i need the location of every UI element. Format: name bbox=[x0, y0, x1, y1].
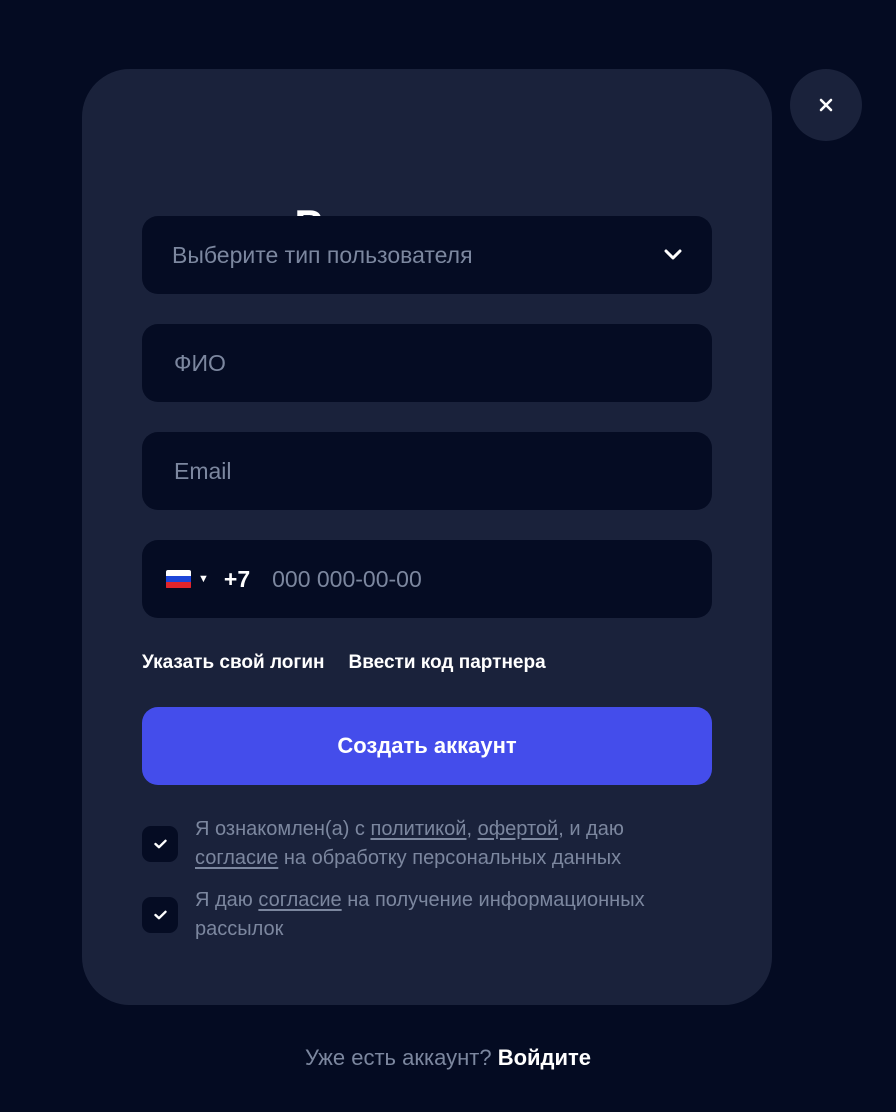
close-icon bbox=[819, 98, 833, 112]
policy-link[interactable]: политикой bbox=[370, 818, 466, 840]
country-code: +7 bbox=[223, 565, 251, 592]
full-name-field[interactable] bbox=[174, 324, 680, 402]
full-name-field-container bbox=[142, 324, 712, 402]
create-account-button[interactable]: Создать аккаунт bbox=[142, 707, 712, 785]
privacy-consent-checkbox[interactable] bbox=[142, 826, 178, 862]
checkmark-icon bbox=[153, 839, 167, 849]
caret-down-icon[interactable]: ▼ bbox=[198, 573, 209, 585]
email-field[interactable] bbox=[174, 432, 680, 510]
chevron-down-icon bbox=[664, 249, 682, 261]
custom-login-link[interactable]: Указать свой логин bbox=[142, 652, 325, 674]
registration-modal: Регистрация Выберите тип пользователя ▼ … bbox=[82, 69, 772, 1005]
login-question: Уже есть аккаунт? bbox=[304, 1045, 492, 1070]
checkmark-icon bbox=[153, 910, 167, 920]
extra-options-links: Указать свой логин Ввести код партнера bbox=[142, 652, 546, 674]
login-prompt: Уже есть аккаунт? Войдите bbox=[0, 1042, 896, 1074]
user-type-select-placeholder: Выберите тип пользователя bbox=[172, 241, 473, 268]
newsletter-consent-link[interactable]: согласие bbox=[258, 889, 341, 911]
newsletter-consent-row: Я даю согласие на получение информационн… bbox=[142, 886, 712, 944]
user-type-select[interactable]: Выберите тип пользователя bbox=[142, 216, 712, 294]
russia-flag-icon[interactable] bbox=[166, 569, 191, 589]
email-field-container bbox=[142, 432, 712, 510]
offer-link[interactable]: офертой bbox=[478, 818, 559, 840]
privacy-consent-row: Я ознакомлен(а) с политикой, офертой, и … bbox=[142, 815, 712, 873]
close-button[interactable] bbox=[790, 69, 862, 141]
phone-field[interactable] bbox=[272, 540, 688, 618]
privacy-consent-text: Я ознакомлен(а) с политикой, офертой, и … bbox=[195, 818, 624, 869]
phone-field-container: ▼ +7 bbox=[142, 540, 712, 618]
newsletter-consent-checkbox[interactable] bbox=[142, 897, 178, 933]
consent-link[interactable]: согласие bbox=[195, 847, 278, 869]
newsletter-consent-text: Я даю согласие на получение информационн… bbox=[195, 889, 645, 940]
login-link[interactable]: Войдите bbox=[498, 1045, 591, 1070]
partner-code-link[interactable]: Ввести код партнера bbox=[349, 652, 546, 674]
